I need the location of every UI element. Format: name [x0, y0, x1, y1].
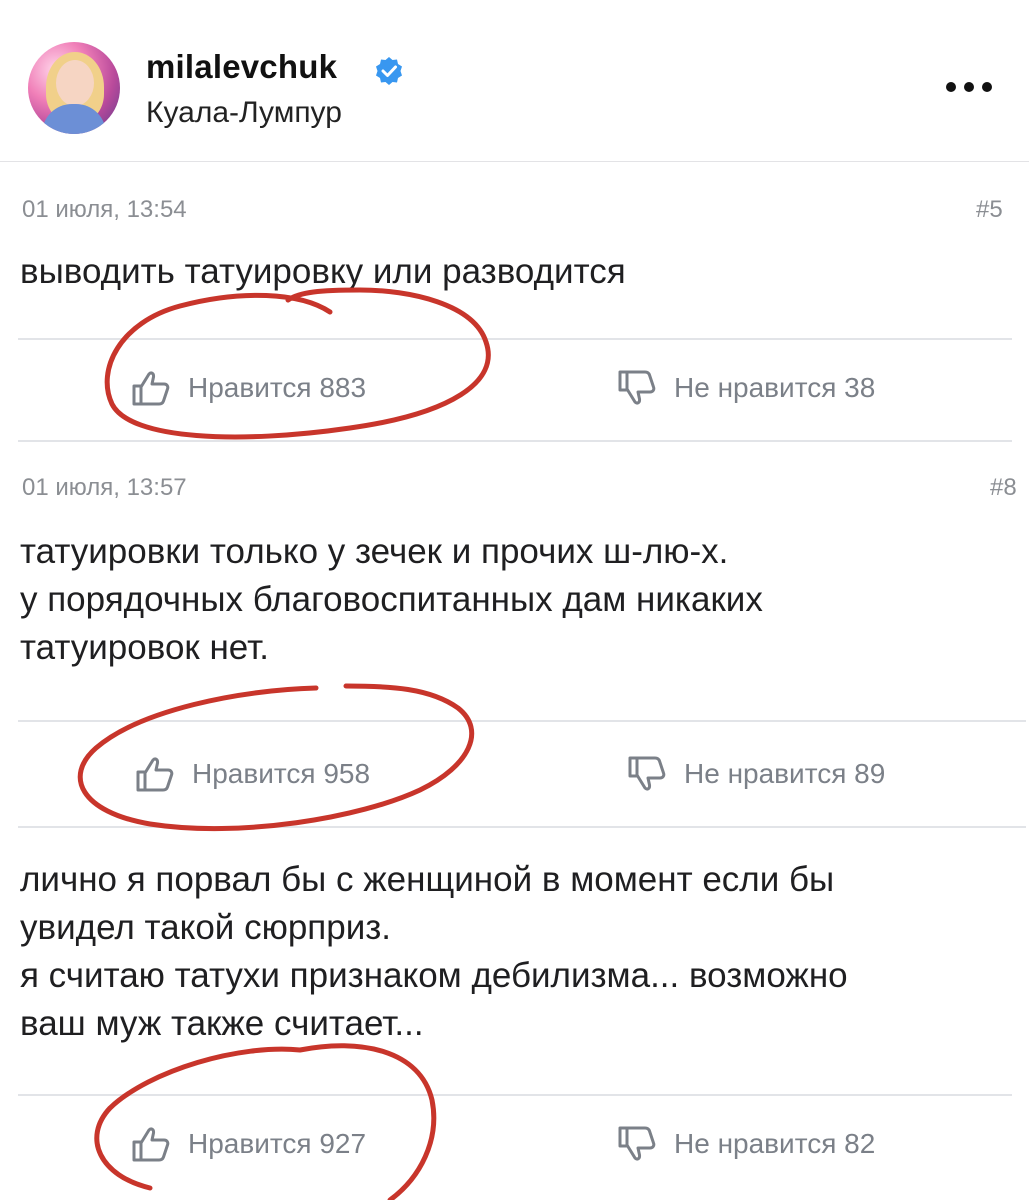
- comment-number[interactable]: #5: [976, 196, 1003, 224]
- comment-text-line: я считаю татухи признаком дебилизма... в…: [20, 956, 848, 995]
- dislike-button[interactable]: Не нравится 38: [614, 366, 875, 410]
- divider: [18, 1094, 1012, 1096]
- comment-text-line: у порядочных благовоспитанных дам никаки…: [20, 580, 763, 619]
- avatar[interactable]: [28, 42, 120, 134]
- comment-text-line: увидел такой сюрприз.: [20, 908, 392, 947]
- thumbs-up-icon: [132, 1127, 170, 1162]
- annotation-circle: [104, 287, 491, 440]
- like-button[interactable]: Нравится 927: [128, 1122, 366, 1166]
- dislike-label: Не нравится 89: [684, 758, 886, 789]
- comment-text-line: татуировки только у зечек и прочих ш-лю-…: [20, 532, 729, 571]
- comment-text: лично я порвал бы с женщиной в момент ес…: [20, 856, 848, 1048]
- divider: [18, 826, 1026, 828]
- like-button[interactable]: Нравится 958: [132, 752, 370, 796]
- comment-text-line: выводить татуировку или разводится: [20, 252, 626, 291]
- avatar-face: [56, 60, 94, 106]
- username[interactable]: milalevchuk: [146, 48, 337, 86]
- like-label: Нравится 883: [188, 372, 367, 403]
- comment-text-line: ваш муж также считает...: [20, 1004, 424, 1043]
- comment-text-line: татуировок нет.: [20, 628, 269, 667]
- like-label: Нравится 958: [192, 758, 371, 789]
- thumbs-up-icon: [136, 757, 174, 792]
- comment-text: выводить татуировку или разводится: [20, 248, 626, 296]
- thumbs-down-icon: [628, 756, 666, 791]
- dislike-label: Не нравится 38: [674, 372, 876, 403]
- dislike-button[interactable]: Не нравится 82: [614, 1122, 875, 1166]
- post-header: milalevchuk Куала-Лумпур: [0, 0, 1029, 162]
- divider: [18, 720, 1026, 722]
- thumbs-down-icon: [618, 1126, 656, 1161]
- divider: [18, 338, 1012, 340]
- comment-text: татуировки только у зечек и прочих ш-лю-…: [20, 528, 763, 672]
- thumbs-down-icon: [618, 370, 656, 405]
- comment-text-line: лично я порвал бы с женщиной в момент ес…: [20, 860, 835, 899]
- like-button[interactable]: Нравится 883: [128, 366, 366, 410]
- verified-badge-icon: [376, 57, 402, 85]
- dislike-button[interactable]: Не нравится 89: [624, 752, 885, 796]
- comment-number[interactable]: #8: [990, 474, 1017, 502]
- thumbs-up-icon: [132, 371, 170, 406]
- comment-date: 01 июля, 13:57: [22, 474, 187, 501]
- comment-date: 01 июля, 13:54: [22, 196, 187, 223]
- location[interactable]: Куала-Лумпур: [146, 96, 342, 130]
- like-label: Нравится 927: [188, 1128, 367, 1159]
- more-options-icon[interactable]: [944, 72, 994, 102]
- dislike-label: Не нравится 82: [674, 1128, 876, 1159]
- divider: [18, 440, 1012, 442]
